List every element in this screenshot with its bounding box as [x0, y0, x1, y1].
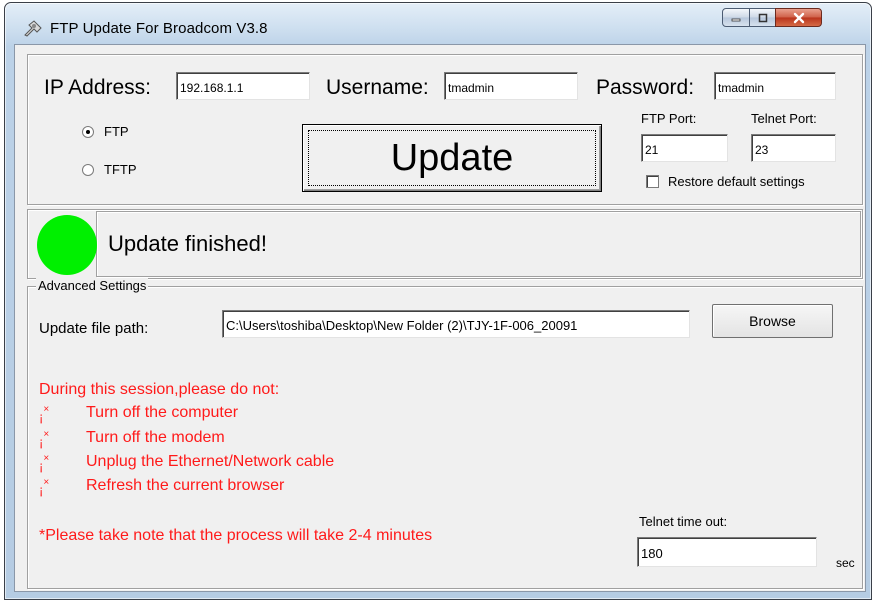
broadcom-app-icon — [24, 20, 42, 37]
warning-item: Refresh the current browser — [86, 477, 285, 494]
maximize-button[interactable] — [749, 8, 776, 27]
warning-bullet-icon: ¡× — [39, 404, 50, 425]
username-label: Username: — [326, 76, 429, 99]
status-indicator-icon — [37, 215, 97, 275]
warning-bullet-icon: ¡× — [39, 429, 50, 450]
caption-buttons — [722, 8, 860, 28]
warning-bullet-icon: ¡× — [39, 453, 50, 474]
process-time-note: *Please take note that the process will … — [39, 527, 433, 544]
tftp-radio[interactable] — [82, 164, 94, 176]
browse-button[interactable]: Browse — [712, 304, 833, 338]
ftp-radio[interactable] — [82, 126, 94, 138]
username-input[interactable] — [444, 72, 578, 100]
password-input[interactable] — [714, 72, 836, 100]
ip-address-input[interactable] — [176, 72, 310, 100]
warning-heading: During this session,please do not: — [39, 381, 280, 398]
focus-rectangle — [308, 130, 596, 186]
warning-item: Unplug the Ethernet/Network cable — [86, 453, 335, 470]
update-file-path-input[interactable] — [222, 310, 690, 338]
ftp-port-label: FTP Port: — [641, 111, 697, 126]
telnet-port-input[interactable] — [751, 134, 836, 162]
minimize-button[interactable] — [722, 8, 750, 27]
warning-bullet-icon: ¡× — [39, 477, 50, 498]
telnet-timeout-input[interactable] — [637, 537, 817, 567]
advanced-settings-legend: Advanced Settings — [36, 278, 149, 293]
maximize-icon — [750, 9, 775, 26]
update-file-path-label: Update file path: — [39, 320, 149, 337]
telnet-port-label: Telnet Port: — [751, 111, 817, 126]
restore-default-label: Restore default settings — [668, 174, 805, 189]
ftp-port-input[interactable] — [641, 134, 728, 162]
warning-item: Turn off the computer — [86, 404, 239, 421]
restore-default-checkbox[interactable] — [646, 175, 659, 188]
telnet-timeout-label: Telnet time out: — [639, 514, 728, 529]
minimize-icon — [723, 9, 749, 26]
password-label: Password: — [596, 76, 695, 99]
tftp-radio-label: TFTP — [104, 162, 137, 177]
update-button[interactable]: Update — [302, 124, 602, 192]
ftp-radio-label: FTP — [104, 124, 129, 139]
ip-address-label: IP Address: — [44, 76, 152, 99]
warning-item: Turn off the modem — [86, 429, 225, 446]
close-button[interactable] — [775, 8, 822, 27]
timeout-unit-label: sec — [836, 556, 855, 570]
close-icon — [776, 9, 821, 26]
window-title: FTP Update For Broadcom V3.8 — [50, 20, 268, 37]
status-text: Update finished! — [108, 231, 267, 256]
